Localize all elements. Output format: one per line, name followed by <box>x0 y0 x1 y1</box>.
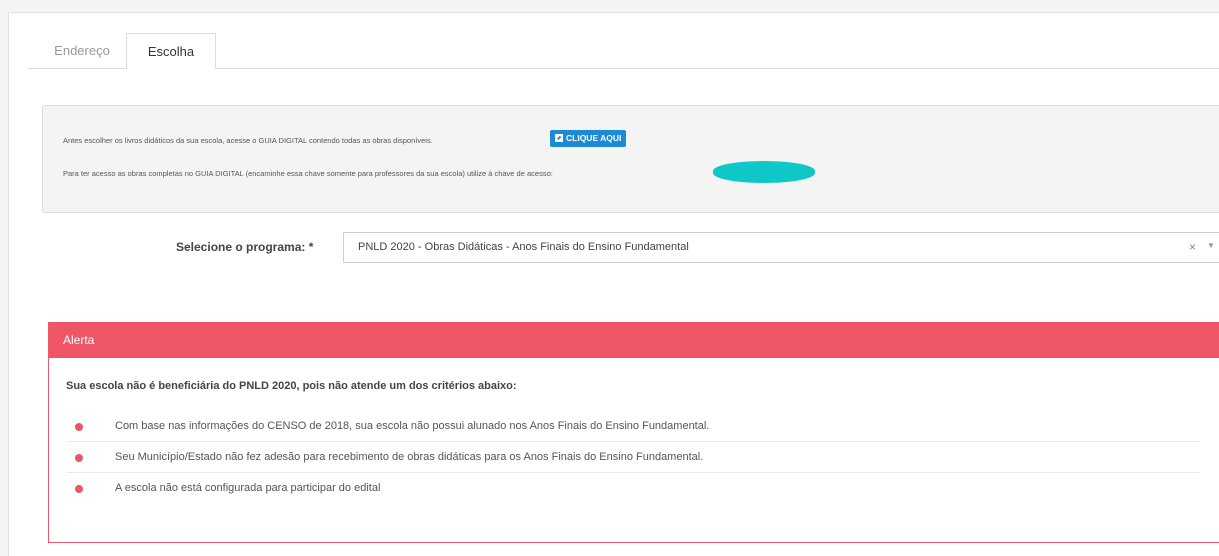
alert-heading: Sua escola não é beneficiária do PNLD 20… <box>66 380 517 392</box>
tab-escolha[interactable]: Escolha <box>126 33 216 70</box>
programa-select[interactable]: PNLD 2020 - Obras Didáticas - Anos Finai… <box>343 232 1219 263</box>
tab-content: Antes escolher os livros didáticos da su… <box>28 69 1219 556</box>
programa-label: Selecione o programa: * <box>176 240 314 254</box>
bullet-dot-icon <box>75 454 83 462</box>
bullet-dot-icon <box>75 423 83 431</box>
tab-endereco[interactable]: Endereço <box>38 33 126 69</box>
bullet-dot-icon <box>75 485 83 493</box>
clear-selection-icon[interactable]: × <box>1189 240 1196 254</box>
clique-aqui-label: CLIQUE AQUI <box>566 133 622 143</box>
list-item: Com base nas informações do CENSO de 201… <box>67 411 1200 442</box>
criteria-text: Seu Município/Estado não fez adesão para… <box>115 451 704 463</box>
access-key-redaction <box>713 161 815 183</box>
info-text-chave: Para ter acesso as obras completas no GU… <box>63 169 553 178</box>
criteria-text: A escola não está configurada para parti… <box>115 482 381 494</box>
alert-title: Alerta <box>49 323 1219 358</box>
alert-panel: Alerta Sua escola não é beneficiária do … <box>48 322 1219 543</box>
dropdown-arrow-icon[interactable]: ▼ <box>1207 241 1215 250</box>
clique-aqui-button[interactable]: CLIQUE AQUI <box>550 130 627 147</box>
list-item: A escola não está configurada para parti… <box>67 473 1200 504</box>
info-box: Antes escolher os livros didáticos da su… <box>42 105 1219 213</box>
programa-selected-value: PNLD 2020 - Obras Didáticas - Anos Finai… <box>358 241 689 253</box>
info-text-guia: Antes escolher os livros didáticos da su… <box>63 136 433 145</box>
criteria-text: Com base nas informações do CENSO de 201… <box>115 420 710 432</box>
criteria-list: Com base nas informações do CENSO de 201… <box>49 411 1201 504</box>
tab-bar: Endereço Escolha <box>28 33 1219 70</box>
external-link-icon <box>555 134 563 142</box>
list-item: Seu Município/Estado não fez adesão para… <box>67 442 1200 473</box>
